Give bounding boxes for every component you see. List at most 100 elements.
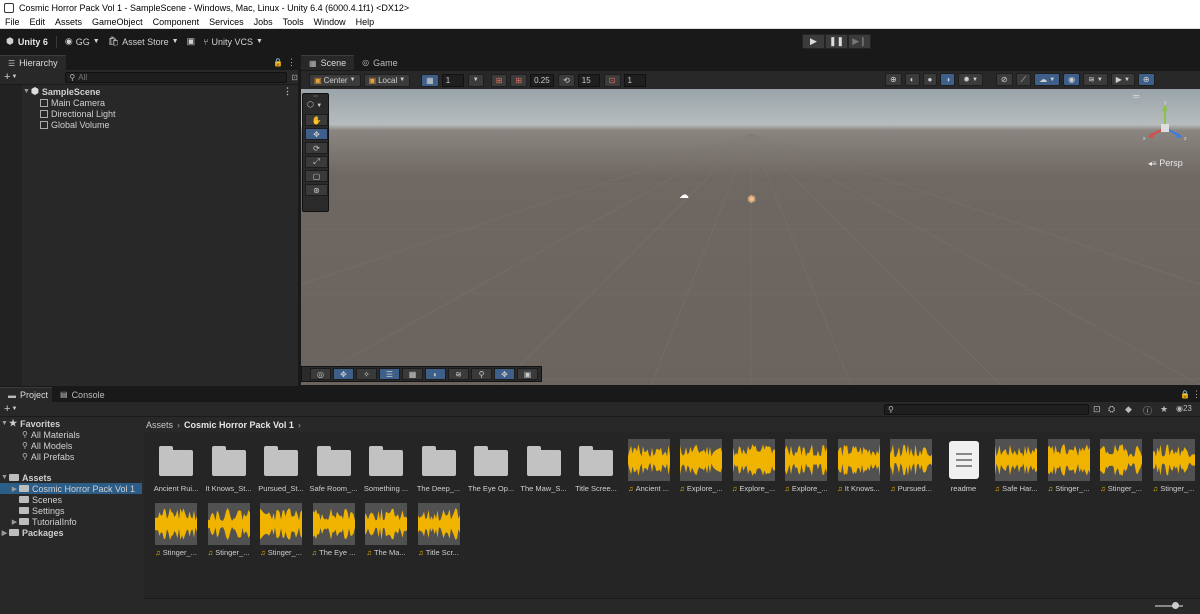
lighting-dropdown[interactable]: ✹ ▼: [958, 73, 983, 86]
add-icon[interactable]: +: [4, 403, 10, 415]
expand-arrow-icon[interactable]: ▼: [0, 420, 9, 427]
snap-toggle[interactable]: ⊞: [490, 73, 508, 87]
scale-tool-button[interactable]: ⤢: [305, 156, 328, 168]
shading-wireframe-button[interactable]: ◐: [904, 73, 920, 86]
asset-item-audio[interactable]: ♫ Stinger_...: [1044, 439, 1094, 493]
effects-toggle[interactable]: ⟋: [1015, 73, 1032, 86]
grid-size-field[interactable]: 1: [441, 73, 464, 87]
project-search-input[interactable]: ⚲: [884, 404, 1089, 415]
asset-item-folder[interactable]: Ancient Rui...: [151, 439, 201, 493]
asset-store-dropdown[interactable]: 🛍 Asset Store ▼: [108, 36, 179, 47]
kebab-menu-icon[interactable]: ⋮: [283, 86, 292, 97]
orientation-toggle[interactable]: ⊕: [885, 73, 902, 86]
move-overlay-button[interactable]: ✥: [333, 368, 354, 380]
asset-item-folder[interactable]: Pursued_St...: [256, 439, 306, 493]
tab-scene[interactable]: ▦ Scene: [301, 55, 355, 70]
assets-row[interactable]: ▼ Assets: [0, 472, 142, 483]
menu-jobs[interactable]: Jobs: [249, 17, 278, 27]
asset-item-audio[interactable]: ♫ Explore_...: [729, 439, 779, 493]
transform-tool-button[interactable]: ⊛: [305, 184, 328, 196]
asset-item-audio[interactable]: ♫ Stinger_...: [1096, 439, 1146, 493]
grid-dropdown[interactable]: ▼: [467, 73, 484, 87]
step-button[interactable]: ▶❙: [848, 34, 871, 49]
audio-toggle[interactable]: ⊘: [995, 73, 1013, 86]
scene-viewport[interactable]: ☁ ✺ ═: [301, 89, 1200, 385]
menu-help[interactable]: Help: [351, 17, 380, 27]
folder-settings[interactable]: Settings: [0, 505, 142, 516]
grid-toggle[interactable]: ▦: [421, 73, 439, 87]
asset-item-folder[interactable]: The Maw_S...: [519, 439, 569, 493]
pivot-space-dropdown[interactable]: ▣ Local ▼: [363, 73, 411, 87]
favorite-all-models[interactable]: ⚲ All Models: [0, 440, 142, 451]
kebab-menu-icon[interactable]: ⋮: [1192, 389, 1200, 400]
asset-item-folder[interactable]: Safe Room_...: [309, 439, 359, 493]
asset-item-folder[interactable]: The Eye Op...: [466, 439, 516, 493]
asset-item-audio[interactable]: ♫ Safe Har...: [991, 439, 1041, 493]
sliders-overlay-button[interactable]: ☰: [379, 368, 400, 380]
shading-shaded-button[interactable]: ◑: [940, 73, 956, 86]
menu-component[interactable]: Component: [148, 17, 205, 27]
account-dropdown[interactable]: ◉ GG ▼: [65, 36, 100, 47]
asset-item-audio[interactable]: ♫ Ancient ...: [624, 439, 674, 493]
favorite-all-materials[interactable]: ⚲ All Materials: [0, 429, 142, 440]
projection-toggle[interactable]: ◂≡ Persp: [1148, 158, 1183, 168]
filter-icon[interactable]: ⊡: [291, 73, 298, 82]
expand-arrow-icon[interactable]: ▼: [22, 88, 31, 95]
search-by-type-icon[interactable]: ⊡: [1093, 404, 1101, 415]
move-alt-overlay-button[interactable]: ✥: [494, 368, 515, 380]
expand-arrow-icon[interactable]: ▶: [10, 518, 19, 526]
folder-scenes[interactable]: Scenes: [0, 494, 142, 505]
gizmos-dropdown[interactable]: ⊕: [1137, 73, 1155, 86]
increment-snap-toggle[interactable]: ⊞: [510, 73, 528, 87]
scene-row[interactable]: ▼ ⬢ SampleScene ⋮: [22, 86, 298, 97]
asset-item-audio[interactable]: ♫ The Eye ...: [309, 503, 359, 557]
camera-overlay-button[interactable]: ▣: [517, 368, 538, 380]
menu-services[interactable]: Services: [204, 17, 249, 27]
scene-visibility-dropdown[interactable]: ☁ ▼: [1034, 73, 1061, 86]
shading-solid-button[interactable]: ●: [922, 73, 938, 86]
packages-row[interactable]: ▶ Packages: [0, 527, 142, 538]
hierarchy-item-directional-light[interactable]: Directional Light: [22, 108, 298, 119]
tool-context-dropdown[interactable]: ⬡ ▼: [303, 100, 328, 112]
asset-item-doc[interactable]: readme: [939, 439, 989, 493]
expand-arrow-icon[interactable]: ▼: [0, 474, 9, 481]
asset-item-audio[interactable]: ♫ Explore_...: [676, 439, 726, 493]
vcs-dropdown[interactable]: ⑂ Unity VCS ▼: [203, 37, 263, 47]
lock-icon[interactable]: 🔒: [273, 58, 283, 67]
visibility-toggle[interactable]: ◉: [1063, 73, 1081, 86]
chevron-down-icon[interactable]: ▼: [11, 74, 17, 80]
label-filter-icon[interactable]: ⛭: [1108, 404, 1115, 415]
search-overlay-button[interactable]: ⚲: [471, 368, 492, 380]
move-tool-button[interactable]: ✥: [305, 128, 328, 140]
grid-overlay-button[interactable]: ▦: [402, 368, 423, 380]
kebab-menu-icon[interactable]: ⋮: [287, 57, 296, 68]
menu-file[interactable]: File: [0, 17, 25, 27]
rotate-snap-field[interactable]: 15: [577, 73, 600, 87]
breadcrumb-current[interactable]: Cosmic Horror Pack Vol 1: [184, 420, 294, 430]
hidden-packages-toggle[interactable]: ◉23: [1176, 404, 1192, 413]
snap-value-field[interactable]: 0.25: [530, 73, 555, 87]
layers-overlay-button[interactable]: ≋: [448, 368, 469, 380]
expand-arrow-icon[interactable]: ▶: [10, 485, 19, 493]
asset-item-audio[interactable]: ♫ The Ma...: [361, 503, 411, 557]
effects-overlay-button[interactable]: ✧: [356, 368, 377, 380]
rect-tool-button[interactable]: ▢: [305, 170, 328, 182]
scale-snap-field[interactable]: 1: [623, 73, 646, 87]
add-icon[interactable]: +: [4, 71, 10, 83]
tag-icon[interactable]: ◆: [1125, 404, 1132, 415]
menu-tools[interactable]: Tools: [278, 17, 309, 27]
favorite-all-prefabs[interactable]: ⚲ All Prefabs: [0, 451, 142, 462]
asset-item-audio[interactable]: ♫ Title Scr...: [414, 503, 464, 557]
menu-window[interactable]: Window: [309, 17, 351, 27]
chevron-down-icon[interactable]: ▼: [11, 406, 17, 412]
asset-item-audio[interactable]: ♫ Stinger_...: [256, 503, 306, 557]
orientation-gizmo[interactable]: y x z: [1140, 100, 1190, 150]
rotate-tool-button[interactable]: ⟳: [305, 142, 328, 154]
folder-tutorialinfo[interactable]: ▶ TutorialInfo: [0, 516, 142, 527]
favorite-star-icon[interactable]: ★: [1160, 404, 1168, 415]
asset-item-folder[interactable]: Something ...: [361, 439, 411, 493]
tab-hierarchy[interactable]: ☰ Hierarchy: [0, 55, 66, 70]
pause-button[interactable]: ❚❚: [825, 34, 848, 49]
menu-edit[interactable]: Edit: [25, 17, 51, 27]
favorites-row[interactable]: ▼ ★ Favorites: [0, 418, 142, 429]
